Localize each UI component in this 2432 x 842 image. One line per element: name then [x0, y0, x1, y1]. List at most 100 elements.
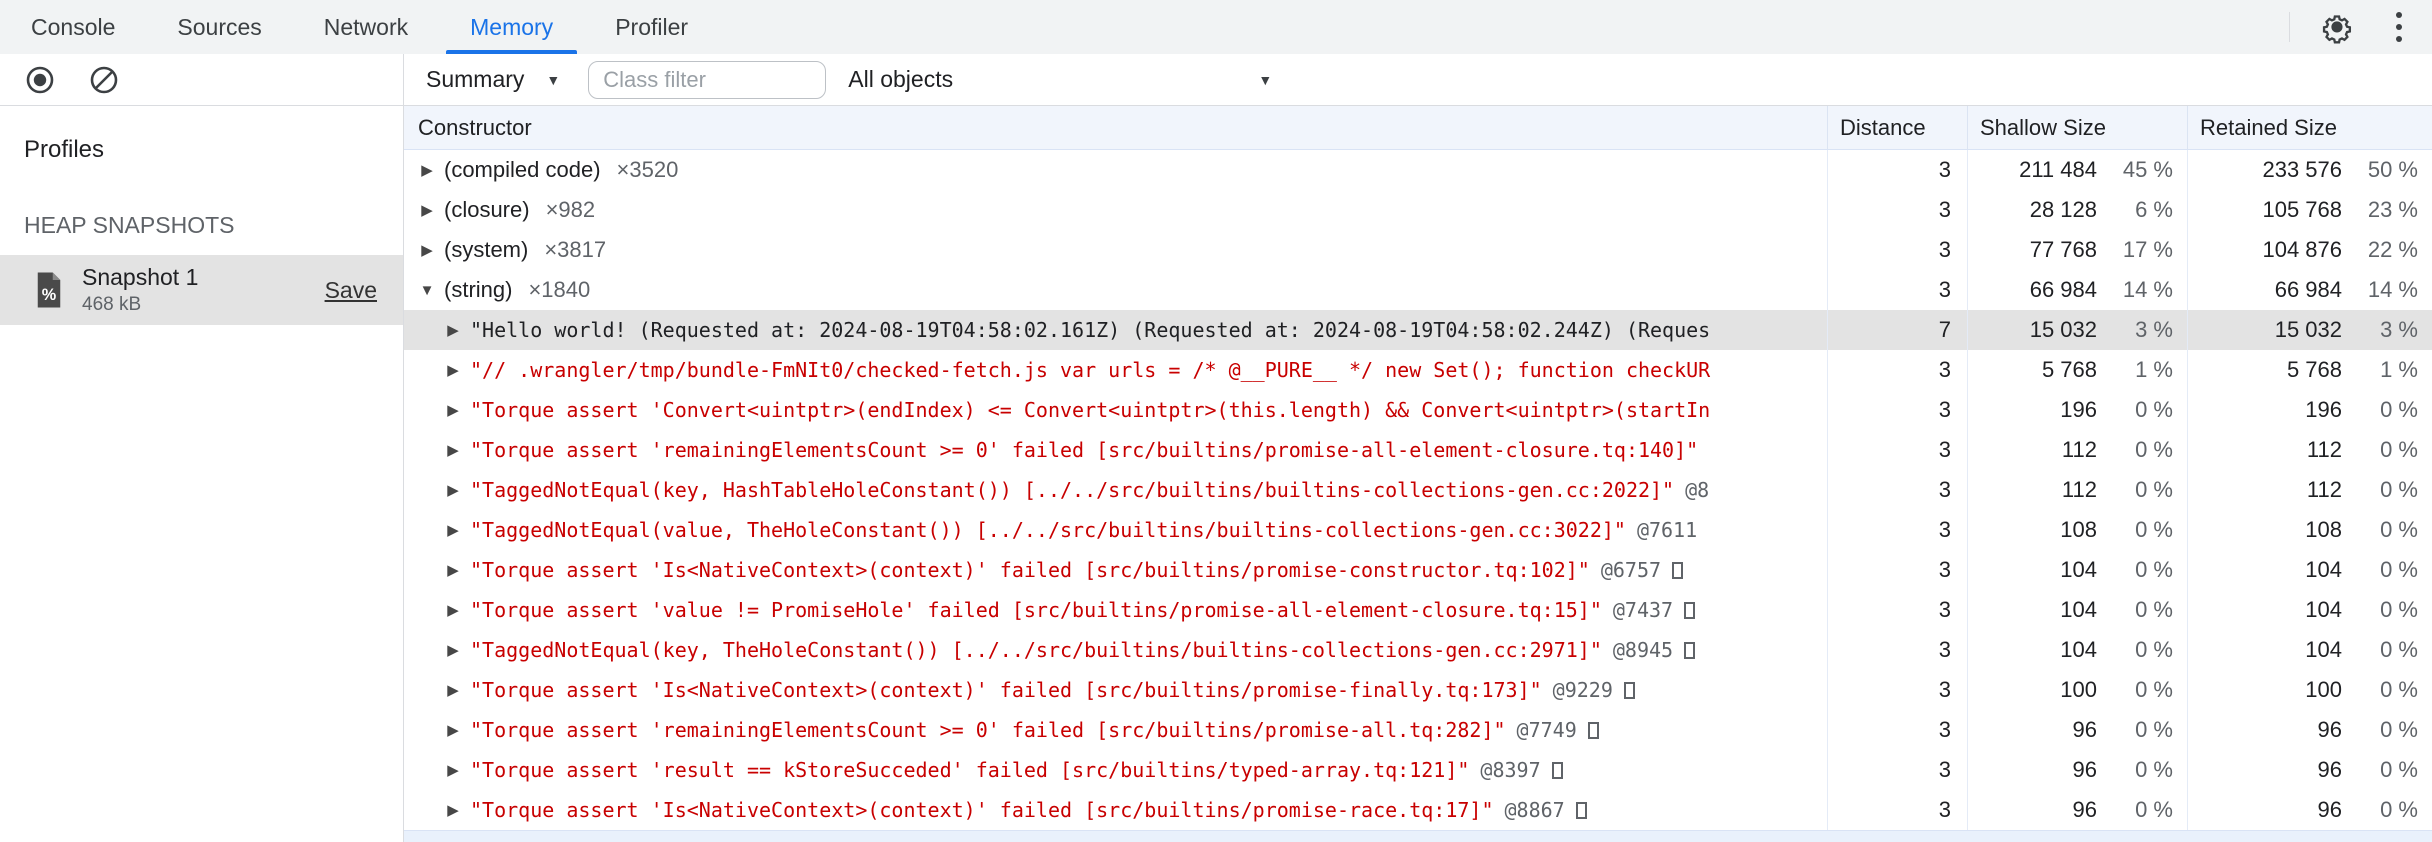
grid-row[interactable]: ▶ "Torque assert 'remainingElementsCount …: [404, 710, 2432, 750]
grid-bottom-band: [404, 830, 2432, 842]
instance-count: ×3817: [544, 237, 607, 262]
shallow-size-cell: 100 0 %: [1967, 670, 2187, 710]
shallow-size-cell: 15 032 3 %: [1967, 310, 2187, 350]
grid-row[interactable]: ▶ "// .wrangler/tmp/bundle-FmNIt0/checked…: [404, 350, 2432, 390]
grid-row[interactable]: ▶ "Torque assert 'Is<NativeContext>(conte…: [404, 790, 2432, 830]
expand-arrow-icon[interactable]: ▶: [444, 721, 462, 739]
kebab-menu-icon[interactable]: [2390, 8, 2408, 46]
expand-arrow-icon[interactable]: ▶: [444, 321, 462, 339]
grid-row[interactable]: ▶ "Hello world! (Requested at: 2024-08-19…: [404, 310, 2432, 350]
shallow-size-cell: 104 0 %: [1967, 590, 2187, 630]
grid-row[interactable]: ▶ "Torque assert 'Is<NativeContext>(conte…: [404, 670, 2432, 710]
tab-console[interactable]: Console: [0, 0, 146, 54]
expand-arrow-icon[interactable]: ▶: [444, 561, 462, 579]
expand-arrow-icon[interactable]: ▶: [444, 601, 462, 619]
expand-arrow-icon[interactable]: ▶: [444, 481, 462, 499]
shallow-size-value: 5 768: [2041, 357, 2097, 382]
expand-arrow-icon[interactable]: ▶: [444, 521, 462, 539]
column-header-retained-size[interactable]: Retained Size: [2187, 106, 2432, 149]
tab-network[interactable]: Network: [293, 0, 439, 54]
block-icon[interactable]: [88, 64, 120, 96]
grid-row[interactable]: ▶ "TaggedNotEqual(value, TheHoleConstant(…: [404, 510, 2432, 550]
tab-profiler[interactable]: Profiler: [584, 0, 719, 54]
constructor-cell: ▶ "Torque assert 'Is<NativeContext>(conte…: [404, 790, 1827, 830]
expand-arrow-icon[interactable]: ▶: [444, 401, 462, 419]
svg-text:%: %: [42, 286, 57, 304]
expand-arrow-icon[interactable]: ▶: [444, 801, 462, 819]
constructor-cell: ▶ "Torque assert 'Convert<uintptr>(endInd…: [404, 390, 1827, 430]
retained-size-cell: 104 876 22 %: [2187, 230, 2432, 270]
constructor-cell: ▶ (closure) ×982: [404, 190, 1827, 230]
constructor-cell: ▶ "TaggedNotEqual(key, HashTableHoleConst…: [404, 470, 1827, 510]
grid-row[interactable]: ▶ "Torque assert 'remainingElementsCount …: [404, 430, 2432, 470]
expand-arrow-icon[interactable]: ▶: [444, 361, 462, 379]
object-id: @8: [1685, 478, 1710, 502]
column-header-constructor[interactable]: Constructor: [404, 115, 1827, 141]
grid-row[interactable]: ▶ (system) ×3817 3 77 768 17 % 104 876 22 %: [404, 230, 2432, 270]
grid-row[interactable]: ▶ (closure) ×982 3 28 128 6 % 105 768 23 %: [404, 190, 2432, 230]
retained-size-cell: 112 0 %: [2187, 470, 2432, 510]
grid-row[interactable]: ▼ (string) ×1840 3 66 984 14 % 66 984 14 %: [404, 270, 2432, 310]
retained-size-percent: 0 %: [2380, 477, 2418, 502]
grid-row[interactable]: ▶ "Torque assert 'result == kStoreSuccede…: [404, 750, 2432, 790]
distance-cell: 3: [1827, 150, 1967, 190]
grid-row[interactable]: ▶ (compiled code) ×3520 3 211 484 45 % 233 576…: [404, 150, 2432, 190]
constructor-cell: ▶ "Torque assert 'result == kStoreSuccede…: [404, 750, 1827, 790]
retained-size-value: 96: [2317, 797, 2342, 822]
retained-size-percent: 0 %: [2380, 557, 2418, 582]
constructor-cell: ▶ (system) ×3817: [404, 230, 1827, 270]
shallow-size-percent: 0 %: [2135, 397, 2173, 422]
retained-size-value: 108: [2305, 517, 2342, 542]
constructor-name: (compiled code): [444, 157, 601, 182]
retained-size-percent: 22 %: [2367, 237, 2418, 262]
constructor-cell: ▶ "Torque assert 'remainingElementsCount …: [404, 710, 1827, 750]
grid-row[interactable]: ▶ "Torque assert 'value != PromiseHole' f…: [404, 590, 2432, 630]
shallow-size-percent: 0 %: [2135, 717, 2173, 742]
column-header-shallow-size[interactable]: Shallow Size: [1967, 106, 2187, 149]
expand-arrow-icon[interactable]: ▶: [444, 681, 462, 699]
grid-row[interactable]: ▶ "TaggedNotEqual(key, HashTableHoleConst…: [404, 470, 2432, 510]
string-value: "TaggedNotEqual(value, TheHoleConstant()…: [470, 518, 1626, 542]
grid-row[interactable]: ▶ "Torque assert 'Is<NativeContext>(conte…: [404, 550, 2432, 590]
distance-cell: 3: [1827, 430, 1967, 470]
distance-cell: 3: [1827, 270, 1967, 310]
grid-row[interactable]: ▶ "TaggedNotEqual(key, TheHoleConstant())…: [404, 630, 2432, 670]
retained-size-cell: 233 576 50 %: [2187, 150, 2432, 190]
shallow-size-value: 100: [2060, 677, 2097, 702]
gear-icon[interactable]: [2320, 10, 2354, 44]
tab-sources[interactable]: Sources: [146, 0, 292, 54]
distance-cell: 3: [1827, 670, 1967, 710]
retained-size-cell: 96 0 %: [2187, 790, 2432, 830]
object-scope-select[interactable]: All objects ▼: [848, 66, 1276, 93]
expand-arrow-icon[interactable]: ▶: [418, 201, 436, 219]
grid-row[interactable]: ▶ "Torque assert 'Convert<uintptr>(endInd…: [404, 390, 2432, 430]
record-icon[interactable]: [24, 64, 56, 96]
sidebar-item-snapshot-1[interactable]: % Snapshot 1 468 kB Save: [0, 255, 403, 325]
retained-size-cell: 15 032 3 %: [2187, 310, 2432, 350]
retained-size-value: 104: [2305, 557, 2342, 582]
chevron-down-icon: ▼: [1258, 71, 1273, 88]
expand-arrow-icon[interactable]: ▶: [418, 241, 436, 259]
constructor-cell: ▼ (string) ×1840: [404, 270, 1827, 310]
missing-glyph-icon: [1684, 641, 1696, 659]
shallow-size-cell: 196 0 %: [1967, 390, 2187, 430]
save-snapshot-link[interactable]: Save: [325, 277, 377, 304]
perspective-select[interactable]: Summary ▼: [420, 66, 576, 93]
expand-arrow-icon[interactable]: ▶: [444, 441, 462, 459]
shallow-size-value: 66 984: [2029, 277, 2097, 302]
retained-size-percent: 3 %: [2380, 317, 2418, 342]
string-value: "Torque assert 'value != PromiseHole' fa…: [470, 598, 1602, 622]
shallow-size-value: 28 128: [2029, 197, 2097, 222]
expand-arrow-icon[interactable]: ▶: [418, 161, 436, 179]
class-filter-input[interactable]: [588, 60, 827, 99]
column-header-distance[interactable]: Distance: [1827, 106, 1967, 149]
collapse-arrow-icon[interactable]: ▼: [418, 282, 436, 299]
distance-cell: 3: [1827, 230, 1967, 270]
shallow-size-cell: 104 0 %: [1967, 550, 2187, 590]
expand-arrow-icon[interactable]: ▶: [444, 641, 462, 659]
expand-arrow-icon[interactable]: ▶: [444, 761, 462, 779]
string-value: "// .wrangler/tmp/bundle-FmNIt0/checked-…: [470, 358, 1711, 382]
retained-size-value: 96: [2317, 717, 2342, 742]
tab-memory[interactable]: Memory: [439, 0, 584, 54]
constructor-name: (system): [444, 237, 529, 262]
